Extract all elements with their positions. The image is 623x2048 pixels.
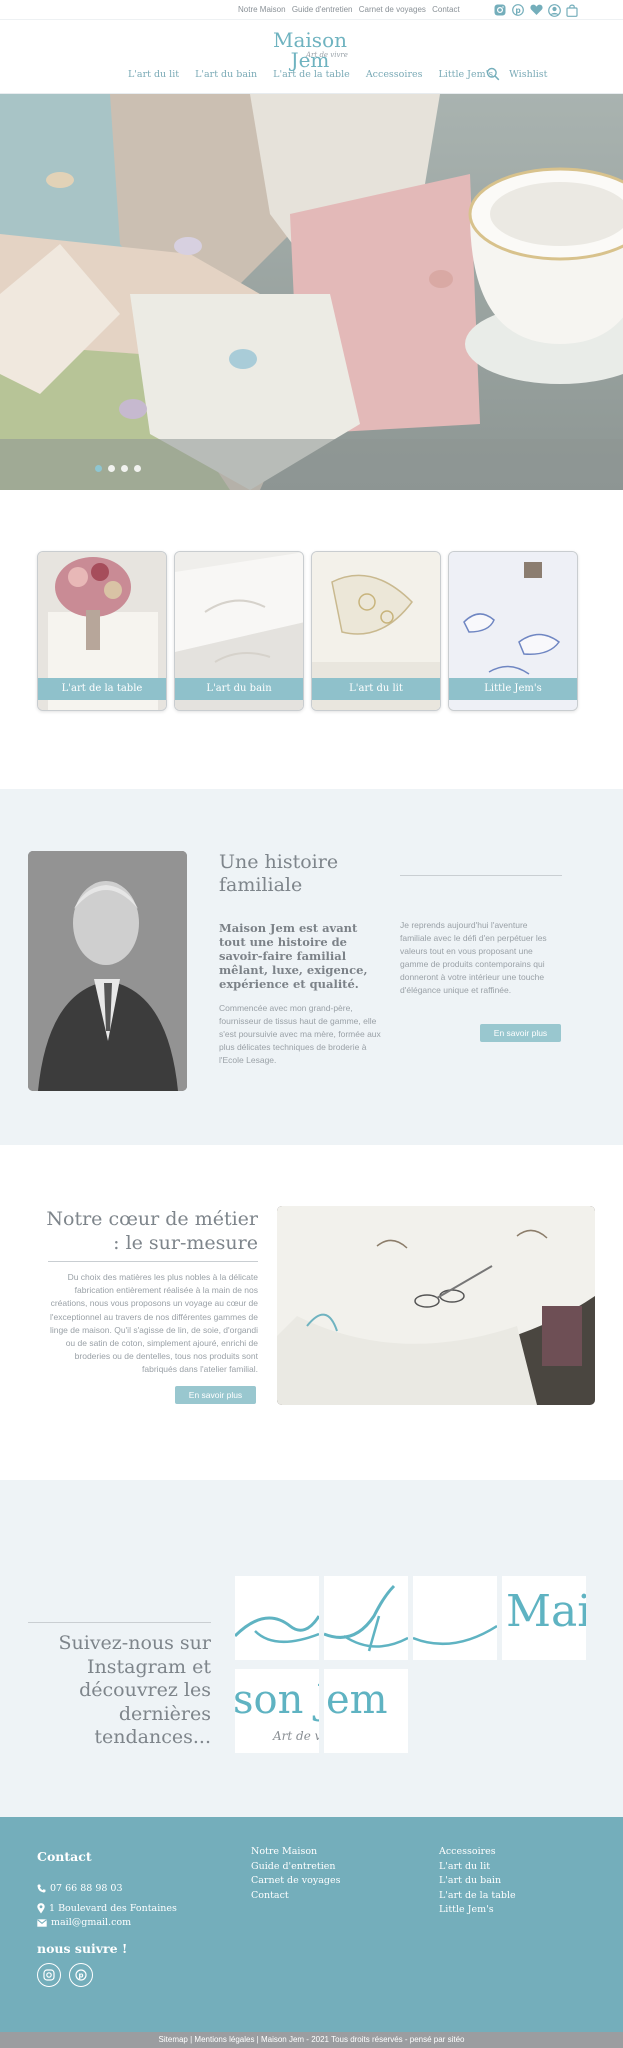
- footer-link[interactable]: Notre Maison: [251, 1845, 340, 1860]
- top-link-guide[interactable]: Guide d'entretien: [292, 5, 353, 14]
- instagram-icon[interactable]: [37, 1963, 61, 1987]
- nav-item-little-jems[interactable]: Little Jem's: [438, 69, 493, 80]
- category-card-little-jems[interactable]: Little Jem's: [448, 551, 578, 711]
- footer-phone[interactable]: 07 66 88 98 03: [37, 1883, 123, 1894]
- footer-link[interactable]: Carnet de voyages: [251, 1874, 340, 1889]
- instagram-section: Suivez-nous sur Instagram et découvrez l…: [0, 1480, 623, 1817]
- bag-icon[interactable]: [565, 3, 579, 17]
- instagram-tile-text: son J: [235, 1677, 319, 1723]
- metier-divider: [48, 1261, 258, 1262]
- history-right-text: Je reprends aujourd'hui l'aventure famil…: [400, 920, 547, 995]
- nav-item-wishlist[interactable]: Wishlist: [509, 69, 547, 80]
- history-body: Commencée avec mon grand-père, fournisse…: [219, 1003, 381, 1065]
- hero-slider[interactable]: [0, 94, 623, 490]
- metier-more-button[interactable]: En savoir plus: [175, 1386, 256, 1404]
- hero-image: [0, 94, 623, 490]
- slider-dot[interactable]: [108, 465, 115, 472]
- search-icon[interactable]: [486, 67, 500, 81]
- category-label: L'art de la table: [38, 678, 166, 700]
- category-label: L'art du bain: [175, 678, 303, 700]
- nav-item-table[interactable]: L'art de la table: [273, 69, 350, 80]
- instagram-tile[interactable]: em: [324, 1669, 408, 1753]
- instagram-tile[interactable]: [413, 1576, 497, 1660]
- copyright-bar: Sitemap | Mentions légales | Maison Jem …: [0, 2032, 623, 2048]
- nav-item-lit[interactable]: L'art du lit: [128, 69, 179, 80]
- instagram-tile-tagline: Art de vivre: [273, 1729, 319, 1743]
- metier-image: [277, 1206, 595, 1405]
- main-nav: L'art du lit L'art du bain L'art de la t…: [128, 69, 547, 80]
- top-link-notre-maison[interactable]: Notre Maison: [238, 5, 286, 14]
- footer-link[interactable]: L'art de la table: [439, 1889, 516, 1904]
- instagram-divider: [28, 1622, 211, 1623]
- instagram-tile-text: Mai: [506, 1586, 586, 1637]
- nav-item-bain[interactable]: L'art du bain: [195, 69, 257, 80]
- metier-body: Du choix des matières les plus nobles à …: [49, 1272, 258, 1375]
- slider-dot[interactable]: [134, 465, 141, 472]
- footer-phone-text: 07 66 88 98 03: [50, 1883, 123, 1894]
- mail-icon: [37, 1918, 47, 1927]
- slider-dot[interactable]: [121, 465, 128, 472]
- footer-link[interactable]: Guide d'entretien: [251, 1860, 340, 1875]
- history-title: Une histoire familiale: [219, 851, 339, 896]
- footer-link[interactable]: L'art du bain: [439, 1874, 516, 1889]
- footer-email-text: mail@gmail.com: [51, 1917, 132, 1928]
- svg-text:p: p: [515, 6, 521, 15]
- heart-icon[interactable]: [529, 3, 543, 17]
- category-label: Little Jem's: [449, 678, 577, 700]
- top-link-contact[interactable]: Contact: [432, 5, 460, 14]
- logo[interactable]: Maison Jem: [254, 30, 366, 70]
- hero-dots: [95, 465, 141, 472]
- footer-address-text: 1 Boulevard des Fontaines: [49, 1903, 177, 1914]
- history-divider: [400, 875, 562, 876]
- history-section: Une histoire familiale Maison Jem est av…: [0, 789, 623, 1145]
- category-card-lit[interactable]: L'art du lit: [311, 551, 441, 711]
- footer-follow-title: nous suivre !: [37, 1941, 128, 1956]
- location-icon: [37, 1903, 45, 1914]
- instagram-tile[interactable]: [324, 1576, 408, 1660]
- category-cards: L'art de la table L'art du bain L'art du…: [37, 551, 578, 711]
- logo-tagline: Art de vivre: [306, 51, 348, 59]
- footer-link[interactable]: L'art du lit: [439, 1860, 516, 1875]
- top-bar: Notre Maison Guide d'entretien Carnet de…: [0, 0, 623, 20]
- account-icon[interactable]: [547, 3, 561, 17]
- category-card-table[interactable]: L'art de la table: [37, 551, 167, 711]
- instagram-tile[interactable]: [235, 1576, 319, 1660]
- instagram-cta: Suivez-nous sur Instagram et découvrez l…: [58, 1632, 211, 1748]
- svg-text:p: p: [78, 1972, 83, 1980]
- footer-col-products: Accessoires L'art du lit L'art du bain L…: [439, 1845, 516, 1918]
- footer-link[interactable]: Accessoires: [439, 1845, 516, 1860]
- pinterest-icon[interactable]: p: [69, 1963, 93, 1987]
- metier-title: Notre cœur de métier : le sur-mesure: [46, 1208, 258, 1254]
- footer-address: 1 Boulevard des Fontaines: [37, 1903, 177, 1914]
- footer: Contact 07 66 88 98 03 1 Boulevard des F…: [0, 1817, 623, 2032]
- instagram-icon[interactable]: [493, 3, 507, 17]
- history-more-button[interactable]: En savoir plus: [480, 1024, 561, 1042]
- category-card-bain[interactable]: L'art du bain: [174, 551, 304, 711]
- category-label: L'art du lit: [312, 678, 440, 700]
- pinterest-icon[interactable]: p: [511, 3, 525, 17]
- instagram-tile-text: em: [326, 1677, 388, 1723]
- slider-dot[interactable]: [95, 465, 102, 472]
- top-links: Notre Maison Guide d'entretien Carnet de…: [238, 5, 464, 14]
- phone-icon: [37, 1884, 46, 1893]
- footer-link[interactable]: Contact: [251, 1889, 340, 1904]
- instagram-tile[interactable]: Mai: [502, 1576, 586, 1660]
- footer-email[interactable]: mail@gmail.com: [37, 1917, 131, 1928]
- top-icons: p: [493, 3, 579, 17]
- nav-item-accessoires[interactable]: Accessoires: [366, 69, 423, 80]
- portrait-image: [28, 851, 187, 1091]
- history-lead: Maison Jem est avant tout une histoire d…: [219, 921, 368, 991]
- instagram-tile[interactable]: son J Art de vivre: [235, 1669, 319, 1753]
- top-link-carnet[interactable]: Carnet de voyages: [359, 5, 426, 14]
- footer-col-maison: Notre Maison Guide d'entretien Carnet de…: [251, 1845, 340, 1903]
- footer-contact-title: Contact: [37, 1849, 92, 1864]
- footer-link[interactable]: Little Jem's: [439, 1903, 516, 1918]
